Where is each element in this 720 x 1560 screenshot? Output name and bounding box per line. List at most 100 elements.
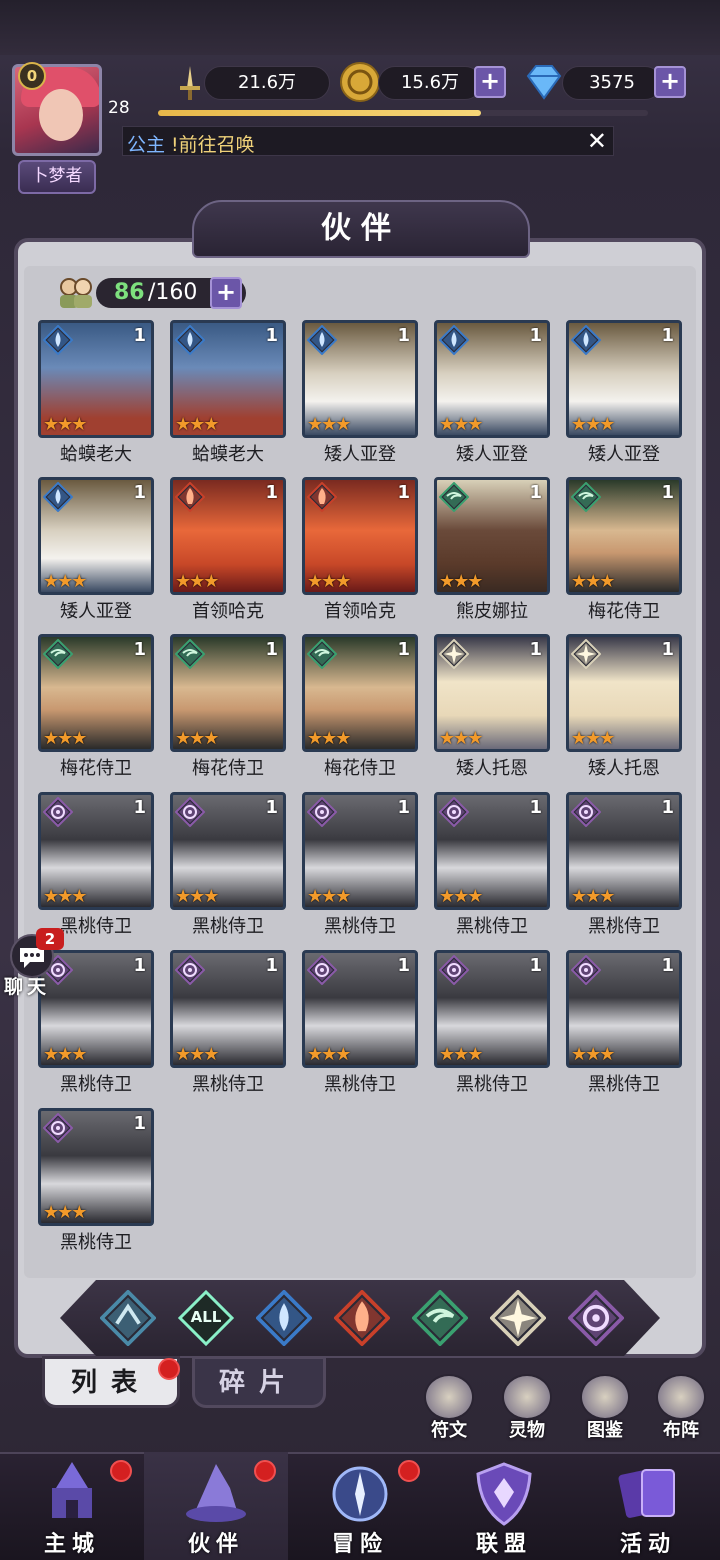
hero-level: 1 [265, 639, 278, 660]
compass-icon [332, 1466, 388, 1522]
hero-name: 梅花侍卫 [192, 758, 264, 779]
hero-card[interactable]: 1 ★★★ [302, 950, 418, 1068]
hero-level: 1 [529, 482, 542, 503]
hero-name: 矮人亚登 [324, 444, 396, 465]
hero-level: 1 [397, 639, 410, 660]
nav-4[interactable]: 活动 [576, 1452, 720, 1560]
hero-stars: ★★★ [175, 1044, 219, 1065]
hero-level: 1 [529, 955, 542, 976]
dark-element-icon [306, 796, 338, 828]
hero-name: 黑桃侍卫 [192, 1074, 264, 1095]
side-button-2[interactable]: 图鉴 [574, 1374, 636, 1444]
fire-element-icon [306, 481, 338, 513]
hero-stars: ★★★ [43, 886, 87, 907]
vip-level-badge: 0 [18, 62, 46, 90]
hero-card[interactable]: 1 ★★★ [434, 792, 550, 910]
nav-notification-dot [254, 1460, 276, 1482]
wind-element-icon [174, 638, 206, 670]
hero-card[interactable]: 1 ★★★ [170, 950, 286, 1068]
filter-water-button[interactable] [255, 1289, 313, 1347]
hero-card[interactable]: 1 ★★★ [566, 320, 682, 438]
gold-value: 15.6万 [378, 66, 482, 100]
hero-card[interactable]: 1 ★★★ [170, 320, 286, 438]
hero-stars: ★★★ [439, 886, 483, 907]
hero-card[interactable]: 1 ★★★ [302, 792, 418, 910]
hero-level: 1 [397, 482, 410, 503]
hero-name: 黑桃侍卫 [60, 1232, 132, 1253]
hero-card[interactable]: 1 ★★★ [302, 477, 418, 595]
hero-card[interactable]: 1 ★★★ [38, 792, 154, 910]
hero-card[interactable]: 1 ★★★ [302, 634, 418, 752]
hero-card[interactable]: 1 ★★★ [38, 634, 154, 752]
hero-card[interactable]: 1 ★★★ [302, 320, 418, 438]
hero-card[interactable]: 1 ★★★ [434, 950, 550, 1068]
gems-value: 3575 [562, 66, 662, 100]
add-gold-button[interactable]: + [474, 66, 506, 98]
hero-level: 1 [265, 797, 278, 818]
dark-element-icon [570, 796, 602, 828]
light-element-icon [489, 1289, 547, 1350]
hero-card[interactable]: 1 ★★★ [434, 634, 550, 752]
filter-earth-button[interactable] [99, 1289, 157, 1347]
castle-icon [52, 1462, 92, 1518]
hero-name: 黑桃侍卫 [324, 1074, 396, 1095]
expand-partner-slots-button[interactable]: + [210, 277, 242, 309]
hero-card[interactable]: 1 ★★★ [38, 320, 154, 438]
water-element-icon [174, 324, 206, 356]
hero-card[interactable]: 1 ★★★ [566, 477, 682, 595]
water-element-icon [255, 1289, 313, 1350]
hero-stars: ★★★ [439, 571, 483, 592]
hero-card[interactable]: 1 ★★★ [434, 477, 550, 595]
filter-all-button[interactable]: ALL [177, 1289, 235, 1347]
cards-icon [618, 1469, 675, 1518]
tab-fragments[interactable]: 碎片 [192, 1356, 326, 1408]
hero-card[interactable]: 1 ★★★ [38, 477, 154, 595]
hero-name: 梅花侍卫 [324, 758, 396, 779]
hero-stars: ★★★ [571, 1044, 615, 1065]
hero-card[interactable]: 1 ★★★ [566, 634, 682, 752]
filter-all-label: ALL [190, 1308, 222, 1326]
hero-level: 1 [397, 955, 410, 976]
hero-card[interactable]: 1 ★★★ [566, 950, 682, 1068]
hero-level: 1 [265, 325, 278, 346]
hero-name: 矮人托恩 [456, 758, 528, 779]
nav-3[interactable]: 联盟 [432, 1452, 576, 1560]
water-element-icon [306, 324, 338, 356]
hero-name: 梅花侍卫 [60, 758, 132, 779]
hero-card[interactable]: 1 ★★★ [566, 792, 682, 910]
hero-name: 首领哈克 [324, 601, 396, 622]
hero-level: 1 [397, 325, 410, 346]
hero-name: 矮人亚登 [588, 444, 660, 465]
side-button-label: 图鉴 [587, 1420, 623, 1441]
side-button-1[interactable]: 灵物 [496, 1374, 558, 1444]
hero-level: 1 [661, 639, 674, 660]
hero-stars: ★★★ [175, 414, 219, 435]
hero-card[interactable]: 1 ★★★ [170, 634, 286, 752]
hero-name: 矮人托恩 [588, 758, 660, 779]
hero-card[interactable]: 1 ★★★ [170, 792, 286, 910]
dark-element-icon [438, 796, 470, 828]
nav-0[interactable]: 主城 [0, 1452, 144, 1560]
dark-element-icon [42, 1112, 74, 1144]
hero-stars: ★★★ [43, 571, 87, 592]
light-element-icon [570, 638, 602, 670]
filter-light-button[interactable] [489, 1289, 547, 1347]
side-button-label: 灵物 [509, 1420, 545, 1441]
add-gems-button[interactable]: + [654, 66, 686, 98]
filter-dark-button[interactable] [567, 1289, 625, 1347]
nav-2[interactable]: 冒险 [288, 1452, 432, 1560]
side-button-0[interactable]: 符文 [418, 1374, 480, 1444]
filter-fire-button[interactable] [333, 1289, 391, 1347]
filter-wind-button[interactable] [411, 1289, 469, 1347]
close-icon[interactable]: ✕ [587, 127, 607, 155]
hero-level: 1 [529, 797, 542, 818]
hero-stars: ★★★ [307, 886, 351, 907]
hero-card[interactable]: 1 ★★★ [434, 320, 550, 438]
hero-card[interactable]: 1 ★★★ [170, 477, 286, 595]
chat-button[interactable]: 2 聊天 [4, 928, 64, 998]
hero-stars: ★★★ [307, 1044, 351, 1065]
side-button-3[interactable]: 布阵 [650, 1374, 712, 1444]
hero-card[interactable]: 1 ★★★ [38, 1108, 154, 1226]
nav-1[interactable]: 伙伴 [144, 1452, 288, 1560]
notice-bar[interactable]: 公主 !前往召唤 ✕ [122, 126, 614, 156]
